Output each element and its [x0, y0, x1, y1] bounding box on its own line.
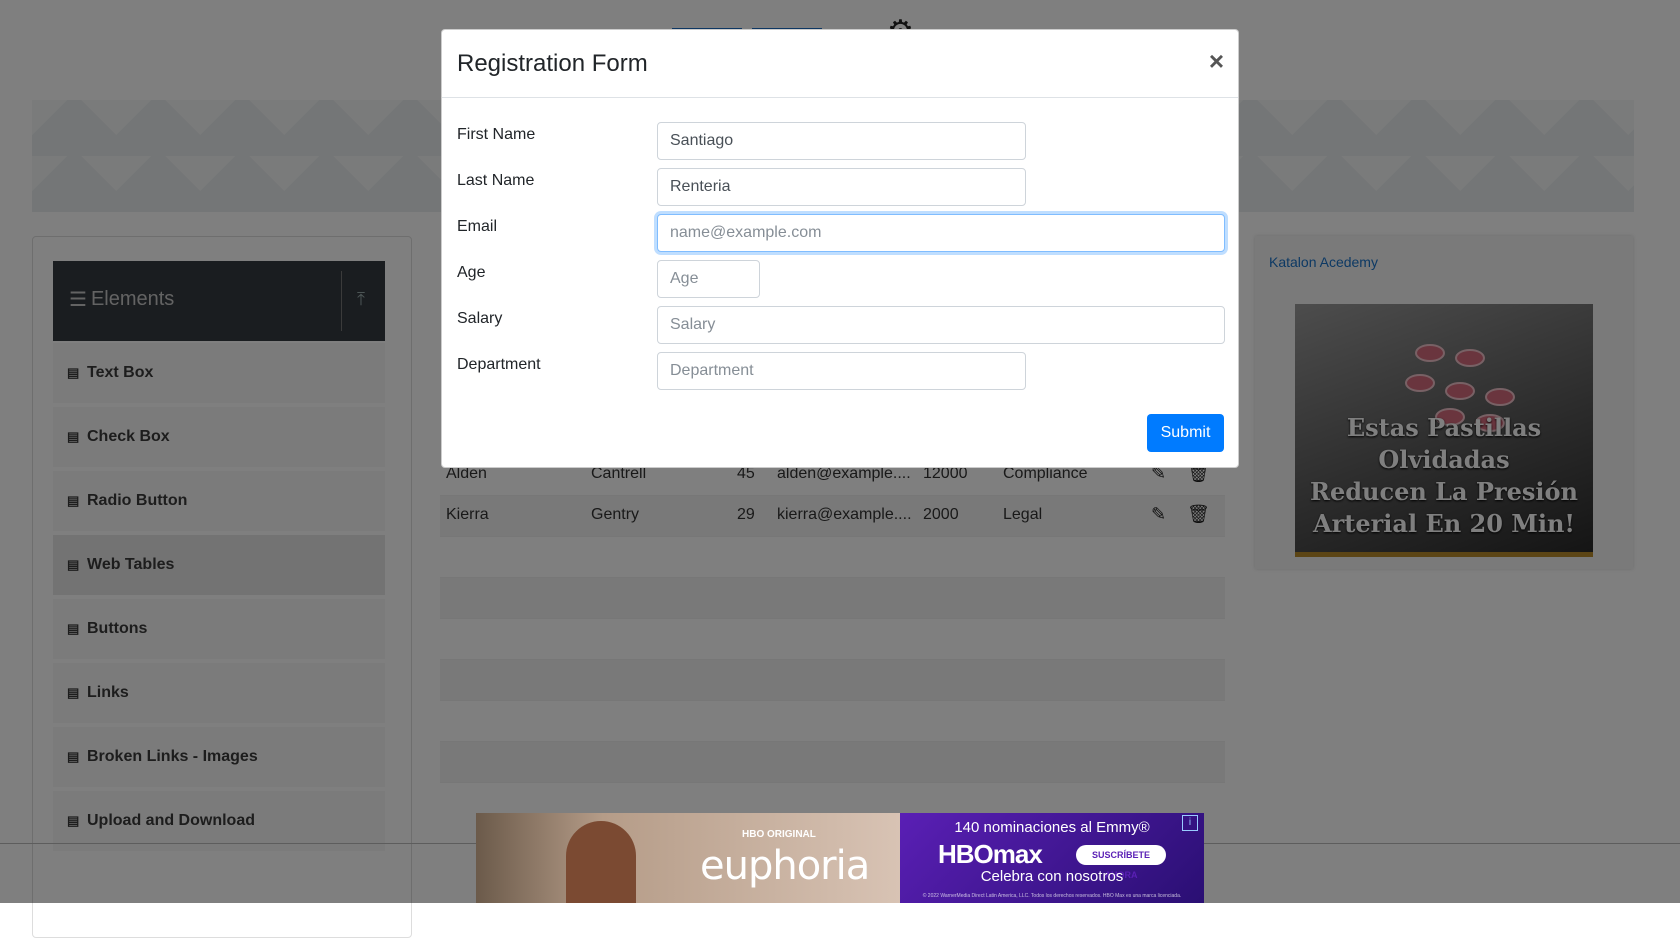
- last-name-input[interactable]: Renteria: [657, 168, 1026, 206]
- ad-info-icon[interactable]: i: [1182, 815, 1198, 831]
- first-name-input[interactable]: Santiago: [657, 122, 1026, 160]
- bottom-advertisement[interactable]: HBO ORIGINAL euphoria 140 nominaciones a…: [476, 813, 1204, 903]
- salary-input[interactable]: Salary: [657, 306, 1225, 344]
- modal-title: Registration Form: [457, 50, 648, 77]
- close-icon[interactable]: ×: [1209, 46, 1224, 77]
- subscribe-button[interactable]: SUSCRÍBETE AHORA: [1076, 845, 1166, 880]
- submit-button[interactable]: Submit: [1147, 414, 1224, 452]
- department-label: Department: [457, 356, 541, 373]
- email-input[interactable]: name@example.com: [657, 214, 1225, 252]
- age-label: Age: [457, 264, 486, 281]
- email-label: Email: [457, 218, 498, 235]
- last-name-label: Last Name: [457, 172, 535, 189]
- salary-label: Salary: [457, 310, 503, 327]
- first-name-label: First Name: [457, 126, 536, 143]
- age-input[interactable]: Age: [657, 260, 760, 298]
- ad-portrait: [566, 821, 636, 903]
- registration-modal: Registration Form × First Name Santiago …: [441, 29, 1239, 468]
- modal-header: Registration Form ×: [442, 30, 1238, 98]
- department-input[interactable]: Department: [657, 352, 1026, 390]
